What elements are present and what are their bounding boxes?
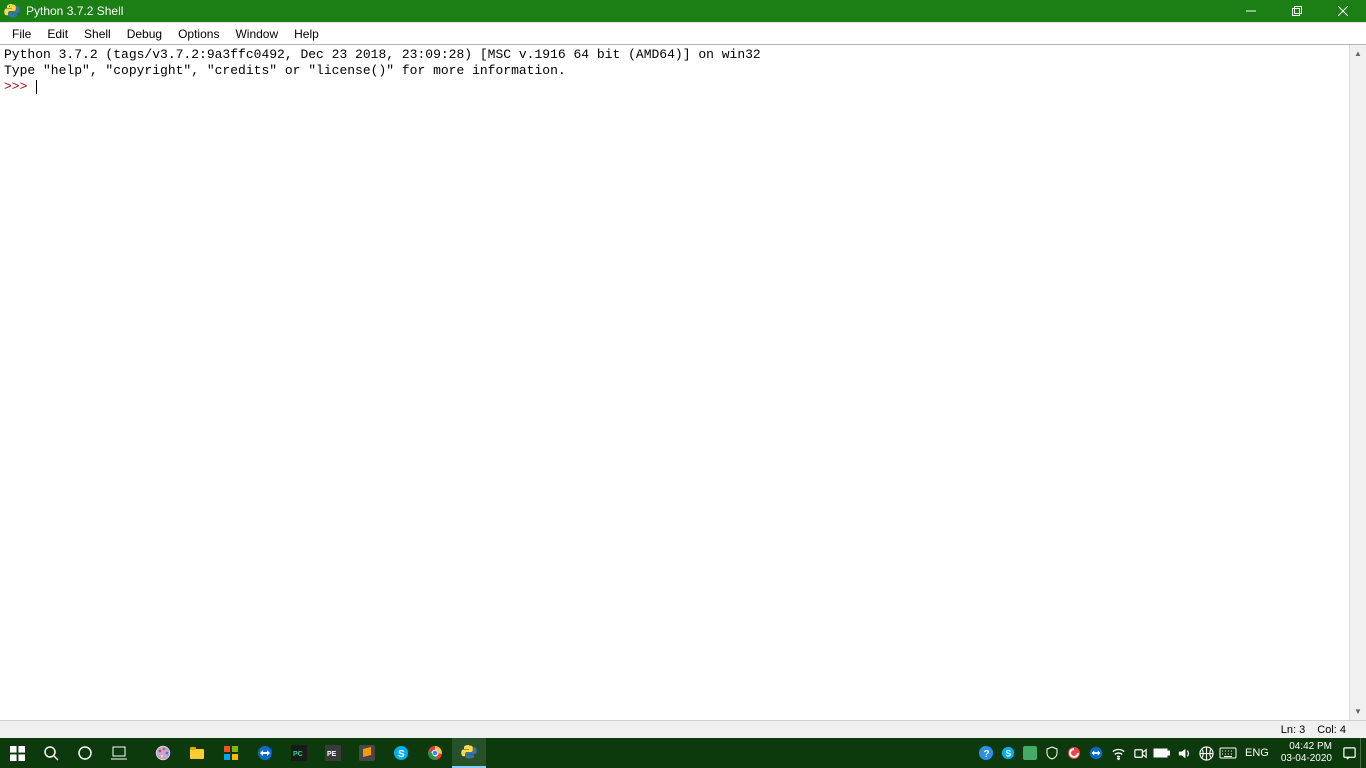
- tray-app1-icon[interactable]: [1019, 738, 1041, 768]
- status-line: Ln: 3: [1281, 724, 1305, 736]
- tray-time: 04:42 PM: [1289, 741, 1332, 753]
- vertical-scrollbar[interactable]: ▲ ▼: [1349, 45, 1366, 720]
- taskview-button[interactable]: [102, 738, 136, 768]
- status-col: Col: 4: [1317, 724, 1346, 736]
- svg-text:S: S: [1005, 749, 1011, 759]
- tray-meetnow-icon[interactable]: [1129, 738, 1151, 768]
- svg-text:S: S: [398, 749, 405, 760]
- show-desktop-button[interactable]: [1360, 738, 1366, 768]
- tray-battery-icon[interactable]: [1151, 738, 1173, 768]
- tray-clock[interactable]: 04:42 PM 03-04-2020: [1275, 739, 1338, 767]
- menu-file[interactable]: File: [4, 25, 39, 43]
- close-button[interactable]: [1320, 0, 1366, 22]
- tray-wifi-icon[interactable]: [1107, 738, 1129, 768]
- title-bar-left: Python 3.7.2 Shell: [4, 3, 123, 19]
- menu-bar: File Edit Shell Debug Options Window Hel…: [0, 22, 1366, 44]
- menu-debug[interactable]: Debug: [119, 25, 170, 43]
- tray-skype-icon[interactable]: S: [997, 738, 1019, 768]
- taskbar-app-sublime[interactable]: [350, 738, 384, 768]
- menu-shell[interactable]: Shell: [76, 25, 119, 43]
- shell-banner-line1: Python 3.7.2 (tags/v3.7.2:9a3ffc0492, De…: [4, 47, 761, 62]
- taskbar-app-idle[interactable]: [452, 738, 486, 768]
- cortana-button[interactable]: [68, 738, 102, 768]
- scroll-up-icon[interactable]: ▲: [1350, 45, 1366, 62]
- window-title: Python 3.7.2 Shell: [26, 4, 123, 18]
- text-cursor: [36, 80, 37, 94]
- taskbar-app-grid[interactable]: [214, 738, 248, 768]
- tray-teamviewer-icon[interactable]: [1085, 738, 1107, 768]
- menu-help[interactable]: Help: [286, 25, 327, 43]
- menu-edit[interactable]: Edit: [39, 25, 76, 43]
- tray-security-icon[interactable]: [1041, 738, 1063, 768]
- start-button[interactable]: [0, 738, 34, 768]
- scroll-down-icon[interactable]: ▼: [1350, 703, 1366, 720]
- title-bar: Python 3.7.2 Shell: [0, 0, 1366, 22]
- tray-notifications-icon[interactable]: [1338, 738, 1360, 768]
- search-button[interactable]: [34, 738, 68, 768]
- tray-date: 03-04-2020: [1281, 753, 1332, 765]
- taskbar-app-paint[interactable]: [146, 738, 180, 768]
- tray-network-icon[interactable]: [1195, 738, 1217, 768]
- svg-text:PC: PC: [293, 751, 303, 758]
- tray-ccleaner-icon[interactable]: [1063, 738, 1085, 768]
- shell-area: Python 3.7.2 (tags/v3.7.2:9a3ffc0492, De…: [0, 44, 1366, 720]
- svg-text:?: ?: [984, 749, 990, 760]
- shell-banner-line2: Type "help", "copyright", "credits" or "…: [4, 63, 566, 78]
- maximize-button[interactable]: [1274, 0, 1320, 22]
- tray-keyboard-icon[interactable]: [1217, 738, 1239, 768]
- status-bar: Ln: 3 Col: 4: [0, 720, 1366, 738]
- taskbar-app-pe[interactable]: PE: [316, 738, 350, 768]
- tray-volume-icon[interactable]: [1173, 738, 1195, 768]
- taskbar-app-teamviewer[interactable]: [248, 738, 282, 768]
- taskbar-right: ? S: [975, 738, 1366, 768]
- taskbar-app-skype[interactable]: S: [384, 738, 418, 768]
- shell-text-area[interactable]: Python 3.7.2 (tags/v3.7.2:9a3ffc0492, De…: [0, 45, 1349, 720]
- shell-prompt: >>>: [4, 79, 35, 94]
- window-controls: [1228, 0, 1366, 22]
- taskbar-app-files[interactable]: [180, 738, 214, 768]
- menu-options[interactable]: Options: [170, 25, 227, 43]
- taskbar-app-chrome[interactable]: [418, 738, 452, 768]
- menu-window[interactable]: Window: [227, 25, 286, 43]
- svg-text:PE: PE: [327, 751, 337, 758]
- tray-help-icon[interactable]: ?: [975, 738, 997, 768]
- tray-language[interactable]: ENG: [1239, 747, 1275, 759]
- taskbar-app-pycharm[interactable]: PC: [282, 738, 316, 768]
- taskbar-left: PC PE S: [0, 738, 486, 768]
- taskbar: PC PE S ? S: [0, 738, 1366, 768]
- minimize-button[interactable]: [1228, 0, 1274, 22]
- python-app-icon: [4, 3, 20, 19]
